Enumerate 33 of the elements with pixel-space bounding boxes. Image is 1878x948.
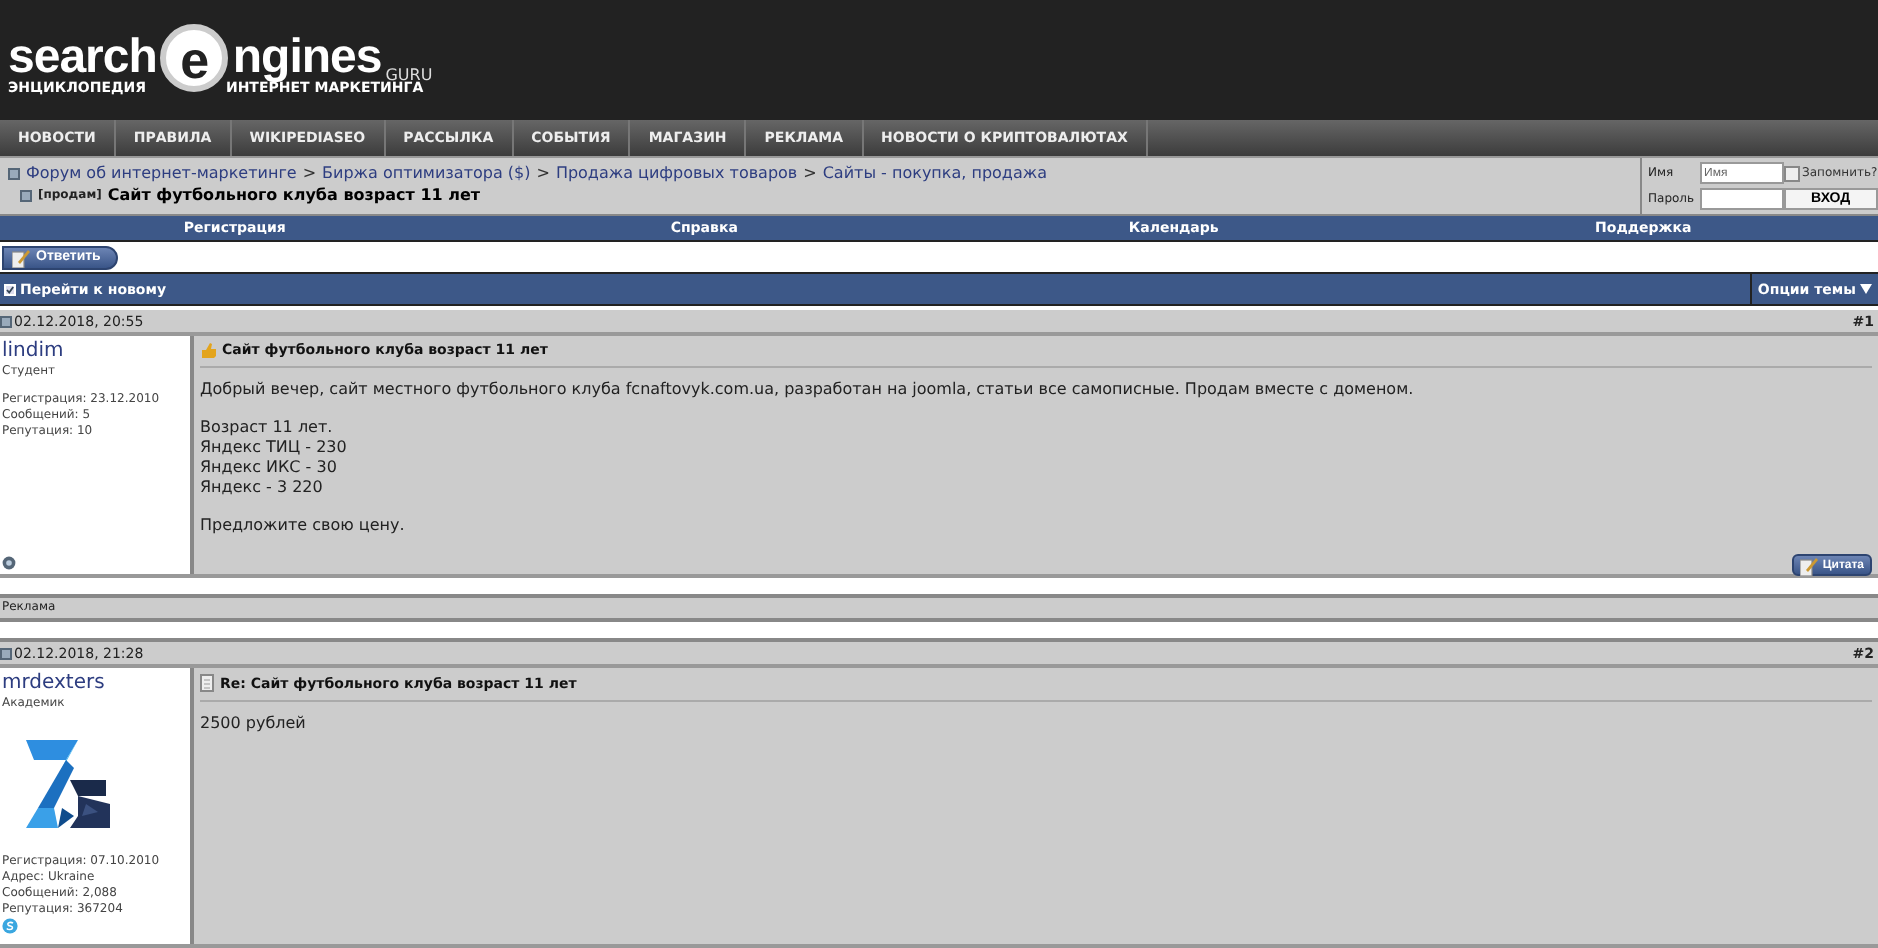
skype-icon[interactable] (2, 918, 18, 934)
status-icon (2, 556, 16, 570)
thread-title: Сайт футбольного клуба возраст 11 лет (107, 186, 481, 204)
post-icon (0, 647, 12, 659)
post-text: Добрый вечер, сайт местного футбольного клуба fcnaftovyk.com.ua, разработан на joomla, статьи все самописные. Продам вместе с доменом. (200, 380, 1416, 400)
pencil-icon (12, 247, 30, 267)
breadcrumb-link[interactable]: Форум об интернет-маркетинге (26, 164, 297, 182)
logo-text: ngines (232, 34, 382, 82)
post-text: Возраст 11 лет. (200, 418, 335, 438)
logo-domain: GURU (385, 66, 433, 84)
post-icon (0, 315, 12, 327)
logo-letter: e (160, 24, 229, 92)
breadcrumb-link[interactable]: Биржа оптимизатора ($) (322, 164, 531, 182)
breadcrumb-separator: > (302, 164, 317, 182)
logo-text: search (8, 34, 157, 82)
post-text: Яндекс ИКС - 30 (200, 458, 339, 478)
document-icon (200, 674, 214, 692)
post-text: 2500 рублей (200, 714, 308, 734)
author-link[interactable]: lindim (2, 340, 188, 362)
author-link[interactable]: mrdexters (2, 672, 188, 694)
post-text: Предложите свою цену. (200, 516, 407, 536)
post-text: Яндекс ТИЦ - 230 (200, 438, 349, 458)
pencil-icon (1800, 555, 1819, 575)
thumbs-up-icon (200, 342, 216, 358)
breadcrumb-link[interactable]: Сайты - покупка, продажа (822, 164, 1047, 182)
checkbox-icon (4, 283, 16, 295)
password-field[interactable] (1700, 188, 1784, 210)
remember-checkbox[interactable] (1784, 165, 1800, 181)
breadcrumb-separator: > (536, 164, 550, 182)
caret-icon (1860, 284, 1872, 294)
breadcrumb-separator: > (803, 164, 817, 182)
post-text: Яндекс - 3 220 (200, 478, 325, 498)
breadcrumb-link[interactable]: Продажа цифровых товаров (555, 164, 798, 182)
